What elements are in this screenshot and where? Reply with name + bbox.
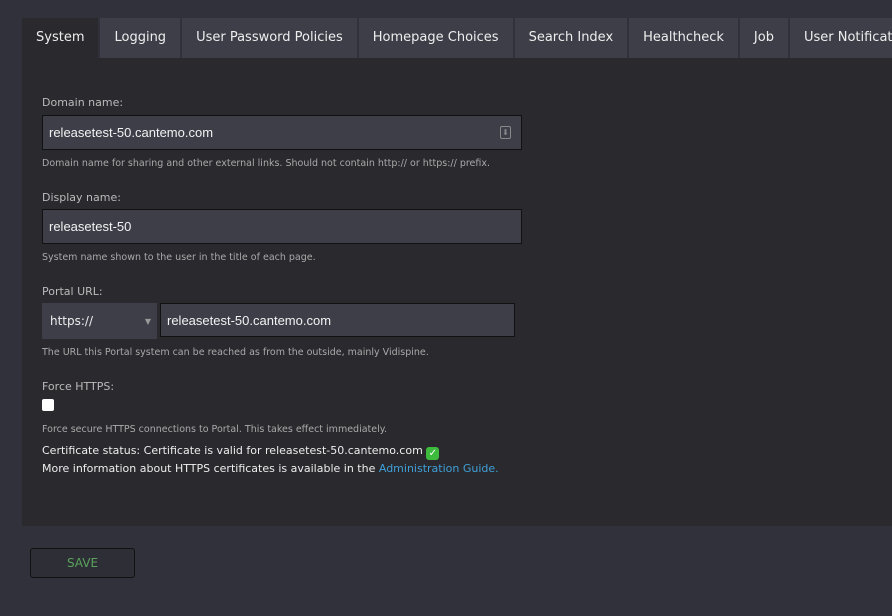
domain-name-help: Domain name for sharing and other extern…: [42, 158, 491, 169]
tab-user-password-policies[interactable]: User Password Policies: [182, 18, 357, 58]
domain-name-label: Domain name:: [42, 96, 124, 109]
chevron-down-icon: ▼: [144, 316, 151, 326]
display-name-label: Display name:: [42, 191, 121, 204]
force-https-label: Force HTTPS:: [42, 380, 115, 393]
display-name-value: releasetest-50: [49, 219, 132, 234]
tab-bar: System Logging User Password Policies Ho…: [22, 18, 892, 58]
display-name-help: System name shown to the user in the tit…: [42, 252, 316, 263]
more-info: More information about HTTPS certificate…: [42, 462, 499, 475]
tab-user-notifications[interactable]: User Notifications: [789, 18, 892, 58]
display-name-input[interactable]: releasetest-50: [42, 209, 522, 244]
domain-name-input[interactable]: releasetest-50.cantemo.com ⬇: [42, 115, 522, 150]
tab-homepage-choices[interactable]: Homepage Choices: [358, 18, 513, 58]
tab-healthcheck[interactable]: Healthcheck: [629, 18, 738, 58]
force-https-help: Force secure HTTPS connections to Portal…: [42, 424, 388, 435]
tab-system[interactable]: System: [22, 18, 99, 58]
force-https-checkbox[interactable]: [42, 399, 54, 411]
portal-url-label: Portal URL:: [42, 285, 103, 298]
administration-guide-link[interactable]: Administration Guide.: [379, 462, 499, 475]
scheme-value: https://: [50, 314, 94, 328]
certificate-status-text: Certificate status: Certificate is valid…: [42, 444, 423, 457]
tab-logging[interactable]: Logging: [100, 18, 181, 58]
portal-url-value: releasetest-50.cantemo.com: [167, 312, 332, 328]
check-mark-icon: ✓: [426, 447, 440, 460]
tab-search-index[interactable]: Search Index: [514, 18, 628, 58]
save-button[interactable]: SAVE: [30, 548, 135, 578]
settings-panel: Domain name: releasetest-50.cantemo.com …: [22, 58, 892, 526]
certificate-status: Certificate status: Certificate is valid…: [42, 444, 440, 460]
scheme-select[interactable]: https:// ▼: [42, 303, 157, 339]
autofill-icon: ⬇: [500, 126, 511, 139]
portal-url-input[interactable]: releasetest-50.cantemo.com: [160, 303, 515, 337]
domain-name-value: releasetest-50.cantemo.com: [49, 125, 214, 140]
more-info-text: More information about HTTPS certificate…: [42, 462, 376, 475]
tab-job[interactable]: Job: [739, 18, 788, 58]
portal-url-help: The URL this Portal system can be reache…: [42, 347, 429, 358]
